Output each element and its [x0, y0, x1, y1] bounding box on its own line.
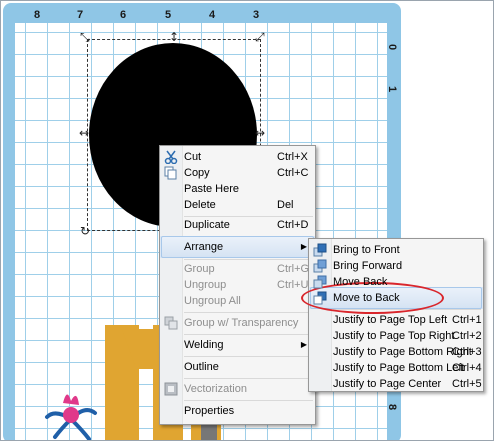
menu-item-label: Duplicate: [184, 219, 230, 231]
flower-illustration: [45, 394, 97, 440]
menu-item-justify-center[interactable]: Justify to Page Center Ctrl+5: [309, 373, 483, 395]
application-window: 8 7 6 5 4 3 0 1 8 ⤡ ⤢ ↕ ↔ ↔ ↻ Cut Ctrl+X…: [0, 0, 494, 441]
menu-item-label: Properties: [184, 405, 235, 417]
ruler-label: 0: [386, 43, 399, 51]
submenu-arrow-icon: ▶: [300, 340, 307, 349]
move-to-back-icon: [313, 291, 327, 305]
ruler-label: 4: [209, 9, 216, 21]
menu-item-move-to-back[interactable]: Move to Back: [309, 287, 483, 309]
menu-item-shortcut: Ctrl+U: [277, 279, 309, 291]
menu-item-group-transparency[interactable]: Group w/ Transparency: [160, 312, 315, 334]
menu-item-label: Justify to Page Center: [333, 378, 442, 390]
resize-handle-icon[interactable]: ↔: [255, 127, 265, 139]
menu-item-label: Vectorization: [184, 383, 247, 395]
group-transparency-icon: [164, 316, 178, 330]
menu-item-label: Group w/ Transparency: [184, 317, 299, 329]
menu-item-label: Ungroup All: [184, 295, 241, 307]
rotate-handle-icon[interactable]: ↻: [80, 225, 90, 237]
menu-item-properties[interactable]: Properties: [160, 400, 315, 422]
ruler-label: 8: [386, 403, 399, 411]
menu-item-label: Delete: [184, 199, 216, 211]
resize-handle-icon[interactable]: ↔: [79, 127, 89, 139]
menu-item-shortcut: Ctrl+5: [452, 378, 482, 390]
move-back-icon: [313, 275, 327, 289]
ruler-label: 5: [165, 9, 172, 21]
menu-item-shortcut: Ctrl+C: [277, 167, 309, 179]
menu-item-shortcut: Del: [277, 199, 294, 211]
ruler-label: 6: [120, 9, 127, 21]
submenu-arrow-icon: ▶: [300, 242, 307, 251]
resize-handle-icon[interactable]: ⤡: [80, 31, 90, 43]
menu-item-outline[interactable]: Outline: [160, 356, 315, 378]
scissors-icon: [164, 150, 178, 165]
ruler-label: 1: [386, 85, 399, 93]
resize-handle-icon[interactable]: ↕: [169, 31, 179, 43]
ruler-label: 7: [77, 9, 84, 21]
menu-item-welding[interactable]: Welding ▶: [160, 334, 315, 356]
menu-item-duplicate[interactable]: Duplicate Ctrl+D: [160, 214, 315, 236]
bring-to-front-icon: [313, 243, 327, 257]
top-ruler: 8 7 6 5 4 3: [15, 7, 391, 23]
menu-item-arrange[interactable]: Arrange ▶: [160, 236, 315, 258]
bring-forward-icon: [313, 259, 327, 273]
arrange-submenu: Bring to Front Bring Forward Move Back M…: [308, 238, 484, 392]
menu-item-label: Welding: [184, 339, 224, 351]
resize-handle-icon[interactable]: ⤢: [255, 31, 265, 43]
menu-item-label: Move to Back: [333, 292, 400, 304]
ruler-label: 3: [253, 9, 260, 21]
menu-item-shortcut: Ctrl+D: [277, 219, 309, 231]
context-menu: Cut Ctrl+X Copy Ctrl+C Paste Here Delete…: [159, 145, 316, 425]
ruler-label: 8: [34, 9, 41, 21]
menu-item-label: Outline: [184, 361, 219, 373]
vectorization-icon: [164, 382, 178, 396]
menu-item-vectorization[interactable]: Vectorization: [160, 378, 315, 400]
copy-icon: [164, 166, 178, 180]
menu-item-label: Arrange: [184, 241, 224, 253]
